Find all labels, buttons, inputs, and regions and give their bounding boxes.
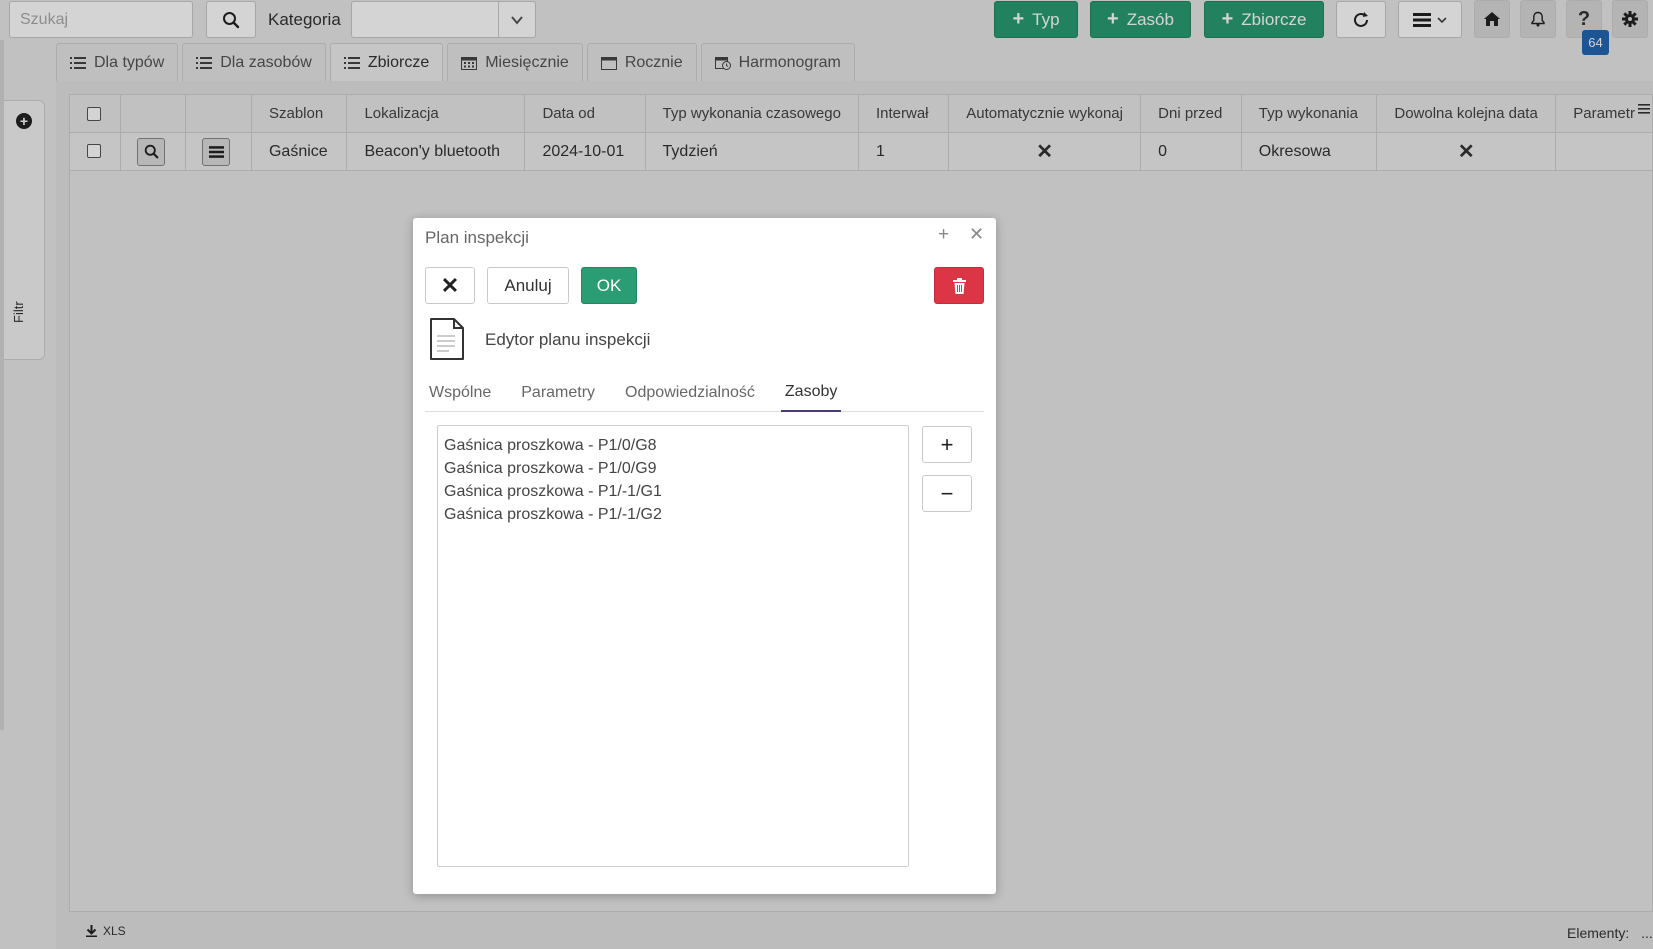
ok-button[interactable]: OK — [581, 267, 637, 304]
close-icon: ✕ — [440, 272, 460, 298]
list-item[interactable]: Gaśnica proszkowa - P1/-1/G2 — [438, 503, 908, 526]
delete-button[interactable] — [934, 267, 984, 304]
tab-odpowiedzialnosc[interactable]: Odpowiedzialność — [621, 374, 759, 412]
list-item[interactable]: Gaśnica proszkowa - P1/0/G8 — [438, 434, 908, 457]
close-button[interactable]: ✕ — [425, 267, 475, 304]
list-item[interactable]: Gaśnica proszkowa - P1/0/G9 — [438, 457, 908, 480]
editor-heading: Edytor planu inspekcji — [485, 330, 651, 349]
remove-resource-item-button[interactable]: − — [922, 475, 972, 512]
dialog-title: Plan inspekcji — [425, 228, 529, 247]
trash-icon — [952, 277, 966, 294]
tab-parametry[interactable]: Parametry — [517, 374, 599, 412]
maximize-icon[interactable]: + — [938, 224, 949, 246]
list-item[interactable]: Gaśnica proszkowa - P1/-1/G1 — [438, 480, 908, 503]
add-resource-item-button[interactable]: + — [922, 426, 972, 463]
cancel-button[interactable]: Anuluj — [487, 267, 569, 304]
close-icon[interactable]: ✕ — [969, 224, 984, 245]
resources-listbox[interactable]: Gaśnica proszkowa - P1/0/G8 Gaśnica pros… — [437, 425, 909, 867]
document-icon — [430, 318, 464, 360]
dialog-tabs: Wspólne Parametry Odpowiedzialność Zasob… — [425, 374, 984, 412]
tab-wspolne[interactable]: Wspólne — [425, 374, 495, 412]
inspection-plan-dialog: Plan inspekcji + ✕ ✕ Anuluj OK Edytor pl… — [413, 218, 996, 894]
tab-zasoby[interactable]: Zasoby — [780, 374, 842, 412]
